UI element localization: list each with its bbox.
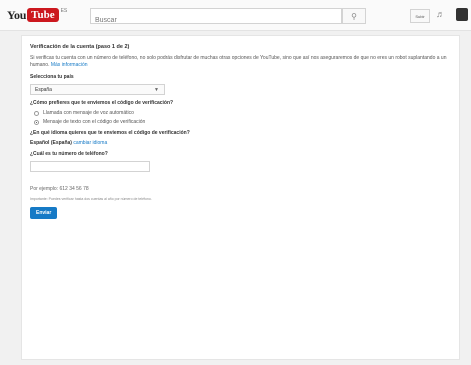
- logo-country-code: ES: [60, 8, 68, 14]
- language-label: ¿En qué idioma quieres que te enviemos e…: [30, 130, 190, 136]
- phone-label: ¿Cuál es tu número de teléfono?: [30, 151, 108, 157]
- phone-field[interactable]: [30, 161, 150, 172]
- radio-sms-input[interactable]: [34, 119, 39, 125]
- search-button[interactable]: ⚲: [342, 8, 366, 24]
- verification-note: Importante: Puedes verificar hasta dos c…: [30, 197, 152, 201]
- youtube-logo[interactable]: You Tube ES: [7, 7, 67, 23]
- verification-form: Verificación de la cuenta (paso 1 de 2) …: [30, 42, 452, 219]
- verification-card: Verificación de la cuenta (paso 1 de 2) …: [21, 35, 460, 360]
- page-title: Verificación de la cuenta (paso 1 de 2): [30, 44, 130, 50]
- upload-button[interactable]: Subir: [410, 9, 430, 23]
- country-label: Selecciona tu país: [30, 74, 74, 80]
- method-label: ¿Cómo prefieres que te enviemos el códig…: [30, 100, 174, 106]
- country-value: España: [35, 87, 52, 93]
- bell-icon[interactable]: ♬: [436, 10, 445, 19]
- radio-sms-label: Mensaje de texto con el código de verifi…: [43, 119, 146, 125]
- language-row: Español (España) cambiar idioma: [30, 140, 452, 146]
- submit-button[interactable]: Enviar: [30, 207, 58, 219]
- learn-more-link[interactable]: Más información: [51, 62, 88, 68]
- logo-tube-text: Tube: [27, 8, 59, 22]
- radio-voice-call-label: Llamada con mensaje de voz automático: [43, 110, 134, 116]
- chevron-down-icon: ▼: [154, 87, 159, 93]
- search-icon: ⚲: [351, 11, 357, 21]
- country-select[interactable]: España ▼: [30, 84, 165, 95]
- radio-voice-call[interactable]: Llamada con mensaje de voz automático: [34, 110, 452, 116]
- change-language-link[interactable]: cambiar idioma: [73, 140, 107, 146]
- intro-text: Si verificas tu cuenta con un número de …: [30, 55, 452, 69]
- avatar[interactable]: [456, 8, 468, 21]
- phone-example: Por ejemplo: 612 34 56 78: [30, 186, 89, 192]
- top-header: You Tube ES ⚲ Subir ♬: [0, 0, 471, 31]
- radio-sms[interactable]: Mensaje de texto con el código de verifi…: [34, 119, 452, 125]
- search-box[interactable]: [90, 8, 342, 28]
- search-input[interactable]: [91, 13, 329, 28]
- language-value: Español (España): [30, 140, 72, 146]
- intro-body: Si verificas tu cuenta con un número de …: [30, 55, 447, 68]
- radio-voice-call-input[interactable]: [34, 110, 39, 116]
- logo-you-text: You: [7, 7, 27, 22]
